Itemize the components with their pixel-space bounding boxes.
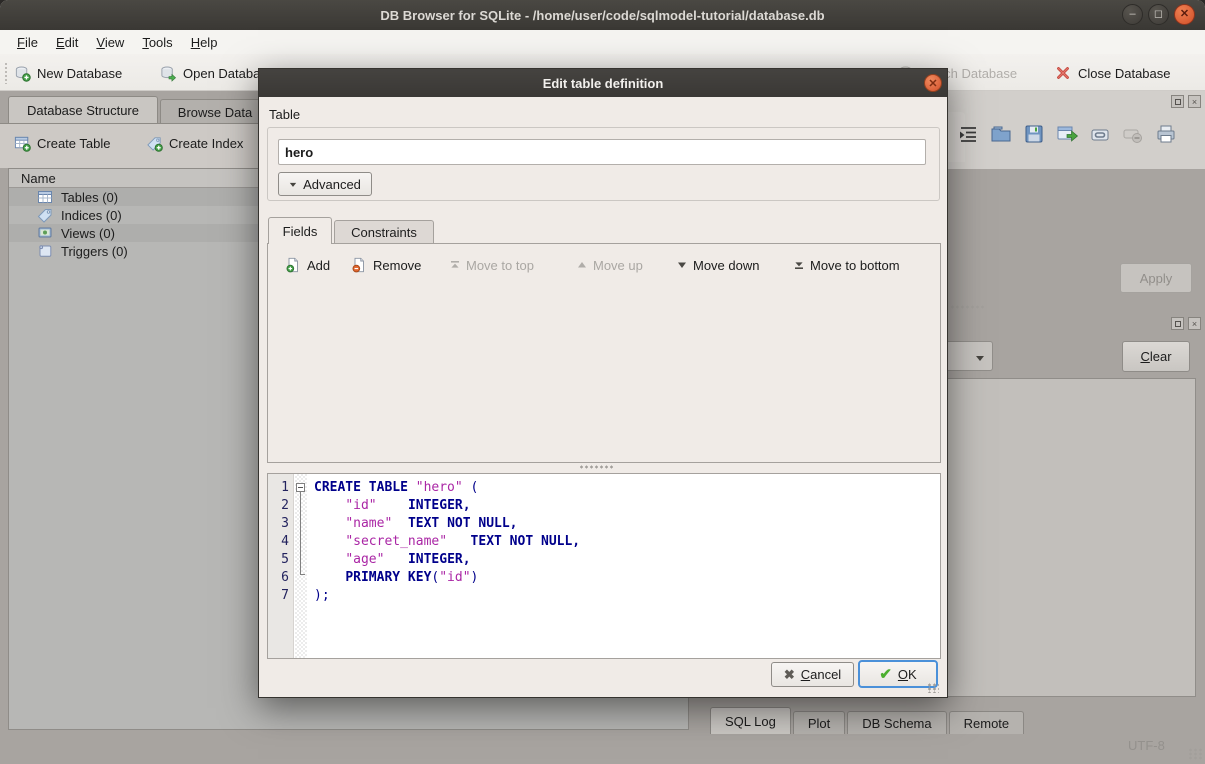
close-database-icon <box>1055 65 1072 82</box>
move-down-button[interactable]: Move down <box>677 252 759 278</box>
move-down-icon <box>677 260 687 270</box>
scroll-icon <box>37 243 53 259</box>
cancel-x-icon: ✖ <box>784 667 795 683</box>
window-titlebar[interactable]: DB Browser for SQLite - /home/user/code/… <box>0 0 1205 30</box>
menu-bar: FileEditViewToolsHelp <box>0 30 1205 54</box>
bottom-tab-plot[interactable]: Plot <box>793 711 845 734</box>
dock-controls-filter: × <box>1171 317 1201 330</box>
ok-check-icon: ✔ <box>879 665 892 683</box>
view-icon <box>37 225 53 241</box>
add-button[interactable]: Add <box>285 252 330 278</box>
open-database-button[interactable]: Open Database <box>160 61 274 85</box>
open-database-icon <box>160 65 177 82</box>
toolbar-grip[interactable] <box>4 62 8 84</box>
dock-controls-top: × <box>1171 95 1201 108</box>
sql-line-7: ); <box>314 587 580 605</box>
table-name-input[interactable]: hero <box>278 139 926 165</box>
sql-line-3: "name" TEXT NOT NULL, <box>314 515 580 533</box>
menu-edit[interactable]: Edit <box>47 32 87 53</box>
menu-view[interactable]: View <box>87 32 133 53</box>
menu-file[interactable]: File <box>8 32 47 53</box>
dialog-title: Edit table definition <box>543 76 664 91</box>
dialog-close-icon[interactable]: ✕ <box>924 74 942 92</box>
tab-fields[interactable]: Fields <box>268 217 332 244</box>
save-file-icon[interactable] <box>1022 122 1046 149</box>
create-table-button[interactable]: Create Table <box>14 131 110 155</box>
execute-icon[interactable] <box>1055 122 1079 149</box>
table-label: Table <box>269 107 300 122</box>
chevron-down-icon <box>290 182 296 189</box>
menu-help[interactable]: Help <box>182 32 227 53</box>
dock-float-icon[interactable] <box>1171 317 1184 330</box>
dialog-splitter-handle[interactable] <box>579 465 613 469</box>
indent-icon[interactable] <box>956 122 980 149</box>
tab-browse-data[interactable]: Browse Data <box>160 99 270 124</box>
close-icon[interactable]: ✕ <box>1174 4 1195 25</box>
ok-button[interactable]: ✔ OK <box>858 660 938 688</box>
bottom-tab-remote[interactable]: Remote <box>949 711 1025 734</box>
minimize-icon[interactable]: – <box>1122 4 1143 25</box>
bottom-tab-db-schema[interactable]: DB Schema <box>847 711 946 734</box>
dock-close-icon[interactable]: × <box>1188 95 1201 108</box>
open-file-icon[interactable] <box>989 122 1013 149</box>
tab-database-structure[interactable]: Database Structure <box>8 96 158 124</box>
fold-collapse-icon[interactable] <box>296 483 305 492</box>
sql-line-6: PRIMARY KEY("id") <box>314 569 580 587</box>
resize-grip[interactable] <box>1188 748 1202 760</box>
tab-constraints[interactable]: Constraints <box>334 220 434 244</box>
sql-line-4: "secret_name" TEXT NOT NULL, <box>314 533 580 551</box>
sql-line-2: "id" INTEGER, <box>314 497 580 515</box>
move-up-button: Move up <box>577 252 643 278</box>
advanced-button[interactable]: Advanced <box>278 172 372 196</box>
dock-float-icon[interactable] <box>1171 95 1184 108</box>
sql-line-5: "age" INTEGER, <box>314 551 580 569</box>
sql-preview[interactable]: 1234567 CREATE TABLE "hero" ( "id" INTEG… <box>267 473 941 659</box>
sql-icon-row <box>956 122 1178 149</box>
move-top-icon <box>450 260 460 270</box>
new-database-icon <box>14 65 31 82</box>
app-window: DB Browser for SQLite - /home/user/code/… <box>0 0 1205 764</box>
maximize-icon[interactable]: ◻ <box>1148 4 1169 25</box>
dialog-resize-grip[interactable] <box>927 683 939 693</box>
encoding-status[interactable]: UTF-8 <box>1128 738 1165 753</box>
sql-line-1: CREATE TABLE "hero" ( <box>314 479 580 497</box>
menu-tools[interactable]: Tools <box>133 32 181 53</box>
fold-margin <box>295 474 307 658</box>
fields-panel: Add Remove Move to top Move up Move down Move… <box>267 243 941 463</box>
chevron-down-icon <box>976 356 984 365</box>
edit-table-dialog: Edit table definition ✕ Table hero Advan… <box>258 68 948 698</box>
window-title: DB Browser for SQLite - /home/user/code/… <box>380 8 824 23</box>
move-up-icon <box>577 260 587 270</box>
stop-icon[interactable] <box>1121 122 1145 149</box>
remove-field-icon <box>351 257 367 273</box>
bottom-tab-sql-log[interactable]: SQL Log <box>710 707 791 734</box>
create-table-icon <box>14 135 31 152</box>
cancel-button[interactable]: ✖ Cancel <box>771 662 854 687</box>
line-numbers: 1234567 <box>268 474 294 658</box>
print-icon[interactable] <box>1154 122 1178 149</box>
clear-button[interactable]: Clear <box>1122 341 1190 372</box>
remove-button[interactable]: Remove <box>351 252 421 278</box>
dialog-titlebar[interactable]: Edit table definition ✕ <box>259 69 947 97</box>
new-database-button[interactable]: New Database <box>14 61 122 85</box>
apply-button[interactable]: Apply <box>1120 263 1192 293</box>
dock-close-icon[interactable]: × <box>1188 317 1201 330</box>
move-to-bottom-button[interactable]: Move to bottom <box>794 252 900 278</box>
add-field-icon <box>285 257 301 273</box>
tag-icon <box>37 207 53 223</box>
bottom-dock-tabs: SQL LogPlotDB SchemaRemote <box>710 707 1024 734</box>
create-index-icon <box>146 135 163 152</box>
splitter-handle[interactable] <box>950 305 984 309</box>
move-bottom-icon <box>794 260 804 270</box>
table-icon <box>37 189 53 205</box>
close-database-button[interactable]: Close Database <box>1055 61 1171 85</box>
create-index-button[interactable]: Create Index <box>146 131 243 155</box>
link-icon[interactable] <box>1088 122 1112 149</box>
move-to-top-button: Move to top <box>450 252 534 278</box>
